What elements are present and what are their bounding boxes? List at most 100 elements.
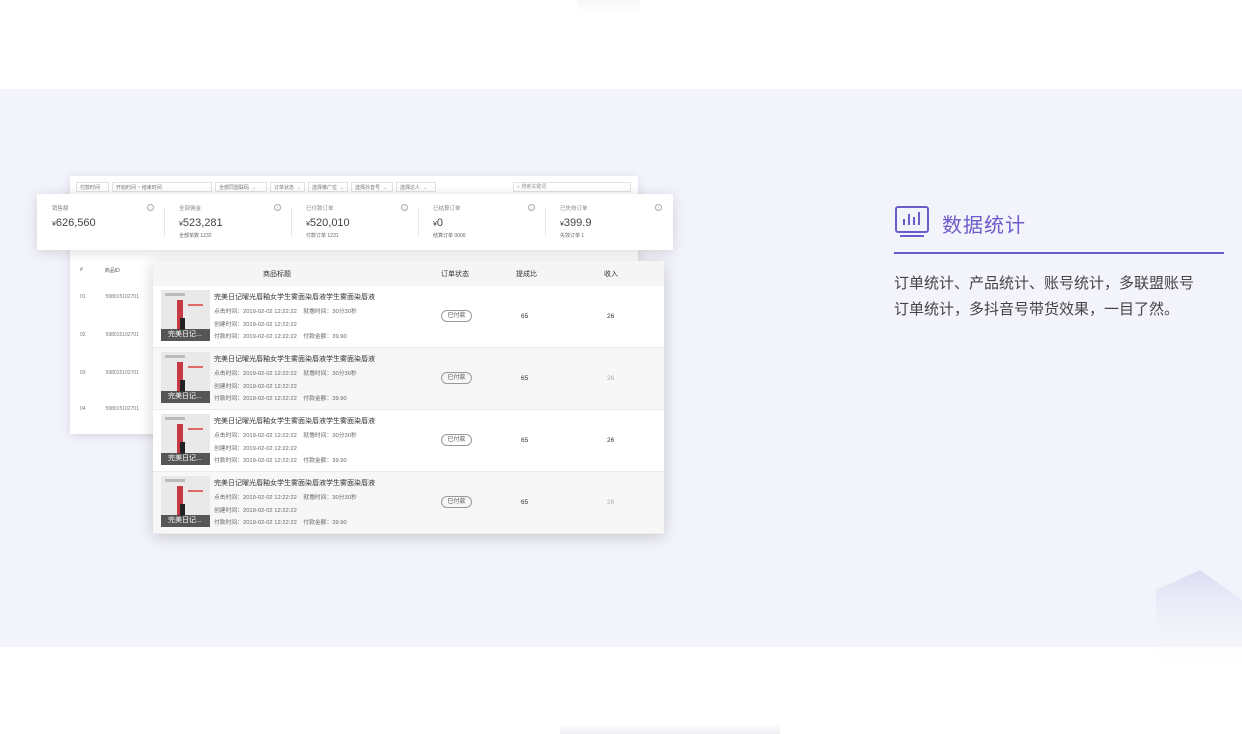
stat-value: ¥523,281 [179, 217, 291, 229]
stat-settled-orders: 已结算订单 ¥0 结算订单 0000 i [418, 194, 545, 250]
product-thumbnail[interactable]: 完美日记... [161, 414, 210, 465]
filter-talent[interactable]: 选择达人 ⌄ [396, 182, 436, 192]
pay-amount: 付款金额：39.90 [303, 520, 347, 526]
filter-union-code[interactable]: 全部同盟联码 ⌄ [215, 182, 267, 192]
feature-divider [894, 252, 1224, 254]
stat-sales: 销售额 ¥626,560 i [37, 194, 164, 250]
search-input[interactable]: ⌕ 搜索关键词 [513, 182, 631, 192]
product-title[interactable]: 完美日记曜光唇釉女学生雾面染唇液学生雾面染唇液 [214, 478, 375, 488]
product-title[interactable]: 完美日记曜光唇釉女学生雾面染唇液学生雾面染唇液 [214, 354, 375, 364]
product-id: 598015102701 [105, 370, 139, 376]
pay-amount: 付款金额：39.90 [303, 396, 347, 402]
table-row[interactable]: 完美日记... 完美日记曜光唇釉女学生雾面染唇液学生雾面染唇液 点击时间：201… [153, 286, 664, 348]
col-income-header: 收入 [604, 271, 618, 278]
stat-number: 0 [436, 217, 444, 229]
income-value: 26 [607, 499, 615, 506]
filter-label: 选择达人 [400, 185, 421, 191]
stat-paid-orders: 已付款订单 ¥520,010 付款订单 1231 i [291, 194, 418, 250]
click-time: 点击时间：2019-02-02 12:22:22 [214, 495, 297, 501]
chevron-down-icon: ⌄ [252, 185, 257, 191]
commission-ratio: 65 [521, 313, 529, 320]
product-thumbnail[interactable]: 完美日记... [161, 352, 210, 403]
stay-duration: 就撸时间：30分30秒 [303, 495, 357, 501]
status-badge: 已付款 [441, 496, 472, 508]
product-id: 598015102701 [105, 406, 139, 412]
stat-sub: 失效订单 1 [560, 233, 585, 239]
filter-promo-position[interactable]: 选择推广位 ⌄ [308, 182, 348, 192]
order-table: 商品标题 订单状态 提成比 收入 完美日记... 完美日记曜光唇釉女学生雾面染唇… [153, 261, 664, 534]
click-time: 点击时间：2019-02-02 12:22:22 [214, 309, 297, 315]
search-icon: ⌕ [517, 184, 520, 190]
col-index-header: # [80, 267, 83, 273]
col-product-id-header: 商品ID [104, 268, 120, 274]
product-thumbnail[interactable]: 完美日记... [161, 290, 210, 341]
stat-number: 523,281 [182, 217, 223, 229]
commission-ratio: 65 [521, 499, 529, 506]
filter-pay-time[interactable]: 付款时间 [76, 182, 109, 192]
filter-label: 选择抖音号 [355, 185, 381, 191]
table-row: 03 598015102701 [80, 370, 139, 376]
info-icon[interactable]: i [655, 204, 662, 211]
product-id: 598015102701 [105, 294, 139, 300]
create-time: 创建时间：2019-02-02 12:22:22 [214, 384, 297, 390]
table-row: 02 598015102701 [80, 332, 139, 338]
filter-label: 订单状态 [274, 185, 295, 191]
feature-description-line: 订单统计、产品统计、账号统计，多联盟账号 [894, 275, 1195, 292]
thumbnail-caption: 完美日记... [161, 329, 210, 341]
chevron-down-icon: ⌄ [423, 185, 428, 191]
status-badge: 已付款 [441, 434, 472, 446]
table-row[interactable]: 完美日记... 完美日记曜光唇釉女学生雾面染唇液学生雾面染唇液 点击时间：201… [153, 410, 664, 472]
product-thumbnail[interactable]: 完美日记... [161, 476, 210, 527]
filter-douyin-account[interactable]: 选择抖音号 ⌄ [351, 182, 393, 192]
table-row: 01 598015102701 [80, 294, 139, 300]
click-time-line: 点击时间：2019-02-02 12:22:22 就撸时间：30分30秒 [214, 492, 357, 501]
stat-value: ¥399.9 [560, 217, 672, 229]
info-icon[interactable]: i [147, 204, 154, 211]
stat-number: 626,560 [55, 217, 96, 229]
pay-line: 付款时间：2019-02-02 12:22:22 付款金额：39.90 [214, 393, 347, 402]
filter-date-range[interactable]: 开始时间 ~ 结束时间 [112, 182, 212, 192]
pay-time: 付款时间：2019-02-02 12:22:22 [214, 396, 297, 402]
stat-value: ¥520,010 [306, 217, 418, 229]
product-title[interactable]: 完美日记曜光唇釉女学生雾面染唇液学生雾面染唇液 [214, 292, 375, 302]
click-time-line: 点击时间：2019-02-02 12:22:22 就撸时间：30分30秒 [214, 306, 357, 315]
info-icon[interactable]: i [528, 204, 535, 211]
feature-title: 数据统计 [942, 215, 1026, 237]
info-icon[interactable]: i [274, 204, 281, 211]
filter-label: 全部同盟联码 [219, 185, 250, 191]
table-row[interactable]: 完美日记... 完美日记曜光唇釉女学生雾面染唇液学生雾面染唇液 点击时间：201… [153, 348, 664, 410]
create-time: 创建时间：2019-02-02 12:22:22 [214, 508, 297, 514]
stat-commission: 全部佣金 ¥523,281 全部单数 1232 i [164, 194, 291, 250]
search-placeholder: 搜索关键词 [521, 184, 547, 190]
pay-line: 付款时间：2019-02-02 12:22:22 付款金额：39.90 [214, 455, 347, 464]
filter-label: 选择推广位 [312, 185, 338, 191]
status-badge: 已付款 [441, 372, 472, 384]
col-status-header: 订单状态 [441, 271, 469, 278]
commission-ratio: 65 [521, 437, 529, 444]
product-title[interactable]: 完美日记曜光唇釉女学生雾面染唇液学生雾面染唇液 [214, 416, 375, 426]
stat-value: ¥626,560 [52, 217, 164, 229]
pay-time: 付款时间：2019-02-02 12:22:22 [214, 520, 297, 526]
row-index: 03 [80, 370, 86, 376]
pay-amount: 付款金额：39.90 [303, 334, 347, 340]
stay-duration: 就撸时间：30分30秒 [303, 309, 357, 315]
thumbnail-caption: 完美日记... [161, 391, 210, 403]
table-row[interactable]: 完美日记... 完美日记曜光唇釉女学生雾面染唇液学生雾面染唇液 点击时间：201… [153, 472, 664, 534]
info-icon[interactable]: i [401, 204, 408, 211]
pay-time: 付款时间：2019-02-02 12:22:22 [214, 458, 297, 464]
col-title-header: 商品标题 [263, 271, 291, 278]
feature-description: 订单统计、产品统计、账号统计，多联盟账号 订单统计，多抖音号带货效果，一目了然。 [894, 271, 1224, 323]
pay-amount: 付款金额：39.90 [303, 458, 347, 464]
stat-number: 399.9 [563, 217, 592, 229]
row-index: 04 [80, 406, 86, 412]
stat-value: ¥0 [433, 217, 545, 229]
col-ratio-header: 提成比 [516, 271, 537, 278]
stay-duration: 就撸时间：30分30秒 [303, 371, 357, 377]
feature-description-line: 订单统计，多抖音号带货效果，一目了然。 [894, 301, 1180, 318]
create-time: 创建时间：2019-02-02 12:22:22 [214, 322, 297, 328]
click-time: 点击时间：2019-02-02 12:22:22 [214, 433, 297, 439]
filter-order-status[interactable]: 订单状态 ⌄ [270, 182, 305, 192]
income-value: 26 [607, 375, 615, 382]
chevron-down-icon: ⌄ [297, 185, 302, 191]
income-value: 26 [607, 313, 615, 320]
